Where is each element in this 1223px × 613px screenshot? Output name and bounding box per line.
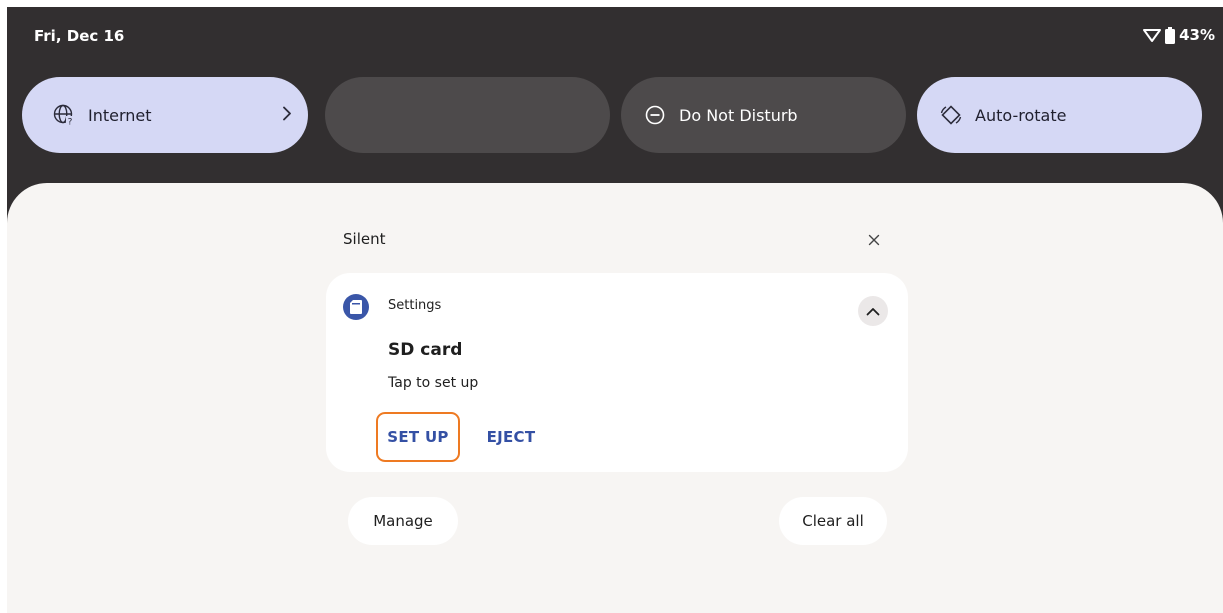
chevron-up-icon[interactable] [858, 296, 888, 326]
svg-text:?: ? [68, 118, 73, 127]
internet-icon: ? [52, 103, 76, 127]
chevron-right-icon [282, 106, 292, 125]
notification-card[interactable]: Settings SD card Tap to set up SET UP EJ… [326, 273, 908, 472]
tile-auto-rotate[interactable]: Auto-rotate [917, 77, 1202, 153]
set-up-button[interactable]: SET UP [376, 412, 460, 462]
battery-icon [1165, 26, 1176, 44]
do-not-disturb-icon [643, 103, 667, 127]
wifi-icon [1143, 28, 1162, 43]
notification-title: SD card [388, 340, 463, 360]
tile-internet[interactable]: ? Internet [22, 77, 308, 153]
eject-button[interactable]: EJECT [476, 412, 546, 462]
status-date: Fri, Dec 16 [34, 27, 125, 45]
tile-empty[interactable] [325, 77, 610, 153]
tile-auto-rotate-label: Auto-rotate [975, 105, 1067, 125]
tile-internet-label: Internet [88, 105, 152, 125]
auto-rotate-icon [939, 103, 963, 127]
battery-percent: 43% [1179, 26, 1215, 44]
notification-app-name: Settings [388, 298, 442, 313]
tile-do-not-disturb-label: Do Not Disturb [679, 105, 798, 125]
notification-text: Tap to set up [388, 375, 479, 391]
manage-button[interactable]: Manage [348, 497, 458, 545]
status-icons: 43% [1143, 26, 1215, 44]
close-icon[interactable] [863, 229, 885, 251]
sd-card-icon [343, 294, 369, 320]
section-header-silent: Silent [343, 230, 386, 248]
clear-all-button[interactable]: Clear all [779, 497, 887, 545]
notification-shade: Fri, Dec 16 43% ? Internet Do Not Distur… [7, 7, 1223, 613]
tile-do-not-disturb[interactable]: Do Not Disturb [621, 77, 906, 153]
